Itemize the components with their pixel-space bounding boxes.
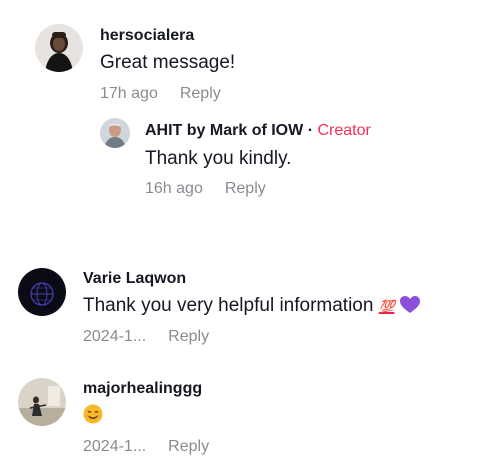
comment-meta: 2024-1... Reply bbox=[83, 328, 209, 346]
reply-text: Thank you kindly. bbox=[145, 148, 292, 169]
comment-text: Thank you very helpful information bbox=[83, 295, 374, 316]
avatar[interactable] bbox=[35, 24, 83, 72]
avatar[interactable] bbox=[18, 268, 66, 316]
reply-button[interactable]: Reply bbox=[225, 180, 266, 197]
reply-username-line: AHIT by Mark of IOW · Creator bbox=[145, 122, 371, 140]
smiling-face-icon bbox=[83, 404, 103, 430]
comment-time: 17h ago bbox=[100, 85, 158, 102]
comment-meta: 17h ago Reply bbox=[100, 85, 221, 103]
avatar[interactable] bbox=[18, 378, 66, 426]
reply-button[interactable]: Reply bbox=[168, 328, 209, 345]
separator-dot: · bbox=[307, 122, 314, 139]
comment-username[interactable]: hersocialera bbox=[100, 27, 194, 45]
comment-text-line: Thank you very helpful information 💯 bbox=[83, 295, 421, 320]
comment-meta: 2024-1... Reply bbox=[83, 438, 209, 456]
purple-heart-icon bbox=[400, 296, 421, 320]
comment-text: Great message! bbox=[100, 52, 236, 73]
reply-button[interactable]: Reply bbox=[168, 438, 209, 455]
comment-username[interactable]: Varie Laqwon bbox=[83, 270, 186, 288]
comment-text-line bbox=[83, 404, 103, 430]
reply-meta: 16h ago Reply bbox=[145, 180, 266, 198]
comment-username[interactable]: majorhealinggg bbox=[83, 380, 202, 398]
profile-photo-dark-globe-icon bbox=[18, 268, 66, 316]
profile-photo-man-icon bbox=[100, 118, 130, 148]
hundred-points-emoji: 💯 bbox=[378, 299, 395, 314]
reply-button[interactable]: Reply bbox=[180, 85, 221, 102]
reply-time: 16h ago bbox=[145, 180, 203, 197]
avatar[interactable] bbox=[100, 118, 130, 148]
profile-photo-room-icon bbox=[18, 378, 66, 426]
profile-photo-woman-icon bbox=[35, 24, 83, 72]
creator-badge: Creator bbox=[317, 122, 371, 139]
reply-username[interactable]: AHIT by Mark of IOW bbox=[145, 122, 303, 139]
comment-time: 2024-1... bbox=[83, 438, 147, 455]
comment-time: 2024-1... bbox=[83, 328, 147, 345]
